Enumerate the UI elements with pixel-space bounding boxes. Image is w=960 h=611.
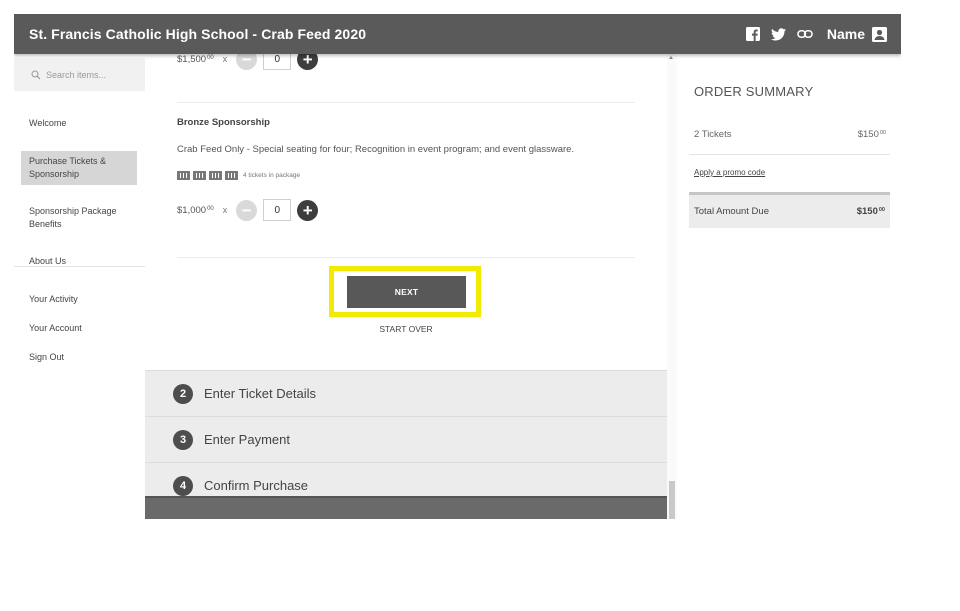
scroll-up-arrow-icon[interactable] (669, 56, 673, 59)
sidebar-item-welcome[interactable]: Welcome (14, 117, 145, 130)
sidebar-divider (14, 266, 145, 267)
sidebar-item-label: Sign Out (29, 352, 65, 362)
tickets-count-label: 2 Tickets (694, 129, 732, 140)
tickets-amount-value: $150 (857, 129, 879, 140)
sidebar-item-your-activity[interactable]: Your Activity (14, 293, 145, 306)
search-placeholder: Search items... (46, 69, 107, 80)
step-number: 3 (173, 429, 193, 450)
step-enter-payment[interactable]: 3 Enter Payment (145, 416, 667, 462)
sidebar-item-your-account[interactable]: Your Account (14, 322, 145, 335)
event-title: St. Francis Catholic High School - Crab … (29, 26, 367, 42)
total-amount-value: $150 (856, 206, 878, 217)
multiply-sign: x (222, 54, 228, 64)
header-actions: Name (735, 14, 887, 54)
apply-promo-code-link[interactable]: Apply a promo code (694, 168, 765, 177)
previous-decrement-button[interactable]: − (236, 54, 258, 70)
search-box[interactable]: Search items... (14, 58, 145, 91)
top-header: St. Francis Catholic High School - Crab … (14, 14, 901, 54)
package-price-row: $1,00000 x − 0 + (177, 198, 319, 222)
sidebar-item-label: Sponsorship Package Benefits (29, 206, 117, 229)
previous-price-value: $1,500 (177, 54, 207, 65)
ticket-icon (225, 171, 238, 180)
start-over-link[interactable]: START OVER (346, 324, 466, 334)
tickets-in-package-note: 4 tickets in package (243, 172, 301, 179)
sidebar-item-purchase-tickets[interactable]: Purchase Tickets & Sponsorship (21, 151, 137, 185)
previous-increment-button[interactable]: + (297, 54, 319, 70)
total-label: Total Amount Due (694, 206, 769, 217)
package-divider (177, 257, 635, 258)
order-summary-heading: ORDER SUMMARY (694, 84, 814, 99)
ticket-icon (193, 171, 206, 180)
tickets-amount-cents: 00 (879, 130, 886, 136)
main-scrollbar[interactable] (667, 54, 677, 519)
ticket-icon (209, 171, 222, 180)
user-name[interactable]: Name (827, 26, 865, 42)
previous-package-price-row: $1,50000 x − 0 + (177, 54, 319, 70)
package-divider (177, 102, 635, 103)
ticket-icon (177, 171, 190, 180)
step-number: 4 (173, 475, 193, 496)
step-label: Enter Ticket Details (204, 386, 316, 401)
scrollbar-thumb[interactable] (669, 481, 675, 519)
total-amount-row: Total Amount Due $15000 (689, 192, 890, 228)
tickets-row: 4 tickets in package (177, 171, 300, 180)
sidebar: Search items... Welcome Purchase Tickets… (14, 54, 145, 519)
order-summary: ORDER SUMMARY 2 Tickets $15000 Apply a p… (689, 54, 890, 254)
bottom-bar (145, 496, 667, 519)
multiply-sign: x (222, 205, 228, 215)
main-content: $1,50000 x − 0 + Bronze Sponsorship Crab… (145, 54, 667, 519)
sidebar-item-sign-out[interactable]: Sign Out (14, 351, 145, 364)
step-label: Enter Payment (204, 432, 290, 447)
package-price-value: $1,000 (177, 204, 207, 216)
total-amount: $15000 (857, 206, 885, 217)
search-icon (31, 70, 41, 79)
package-name: Bronze Sponsorship (177, 117, 270, 128)
sidebar-item-label: Purchase Tickets & Sponsorship (29, 156, 107, 179)
twitter-icon[interactable] (771, 26, 787, 42)
previous-quantity-field[interactable]: 0 (263, 54, 292, 70)
facebook-icon[interactable] (745, 26, 761, 42)
sidebar-item-label: Welcome (29, 118, 67, 128)
sidebar-item-sponsorship-benefits[interactable]: Sponsorship Package Benefits (14, 205, 145, 231)
package-description: Crab Feed Only - Special seating for fou… (177, 144, 575, 155)
step-label: Confirm Purchase (204, 478, 309, 493)
decrement-button[interactable]: − (236, 199, 258, 221)
user-icon[interactable] (871, 26, 887, 42)
package-price: $1,00000 (177, 205, 214, 216)
previous-price-cents: 00 (207, 54, 214, 61)
increment-button[interactable]: + (297, 199, 319, 221)
app-window: St. Francis Catholic High School - Crab … (14, 14, 901, 519)
step-number: 2 (173, 383, 193, 404)
tickets-amount: $15000 (858, 129, 886, 140)
total-amount-cents: 00 (878, 207, 885, 213)
link-icon[interactable] (797, 26, 813, 42)
step-enter-ticket-details[interactable]: 2 Enter Ticket Details (145, 370, 667, 416)
previous-package-price: $1,50000 (177, 54, 214, 65)
summary-divider (689, 154, 890, 155)
sidebar-item-label: Your Account (29, 323, 82, 333)
sidebar-item-label: Your Activity (29, 294, 78, 304)
package-price-cents: 00 (207, 205, 214, 212)
tickets-line: 2 Tickets $15000 (694, 129, 886, 140)
quantity-field[interactable]: 0 (263, 199, 292, 221)
next-button[interactable]: NEXT (347, 276, 466, 308)
